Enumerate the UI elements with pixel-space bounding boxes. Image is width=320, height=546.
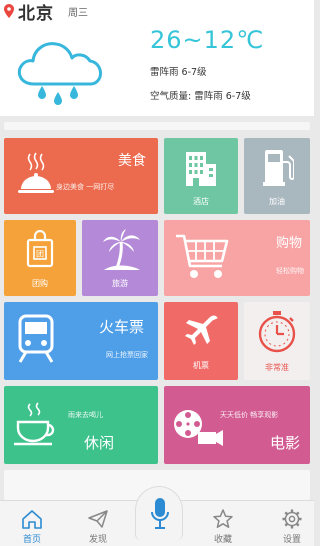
tile-food-title: 美食 [118,153,146,169]
air-quality: 空气质量: 雷阵雨 6-7级 [150,91,251,102]
tile-food[interactable]: 美食 身边美食 一网打尽 [4,138,158,214]
home-icon [22,510,42,529]
tile-on-time-label: 非常准 [265,363,289,372]
tile-leisure-title: 休闲 [84,434,115,452]
tile-flight-label: 机票 [193,361,209,370]
temperature-range: 26~12℃ [150,26,265,54]
tile-train-subtitle: 网上抢票回家 [106,351,148,359]
tab-favorites-label: 收藏 [213,535,232,545]
tile-travel[interactable]: 旅游 [82,220,158,296]
tile-travel-label: 旅游 [112,279,128,288]
tile-movie[interactable]: 天天低价 畅享观影 电影 [164,386,310,464]
tile-flight[interactable]: 机票 [164,302,238,380]
tab-discover-label: 发现 [88,535,107,545]
train-icon [18,314,54,363]
fuel-pump-icon [263,150,294,186]
voice-button[interactable] [135,486,183,540]
tile-leisure[interactable]: 雨来去喝儿 休闲 [4,386,158,464]
tab-home[interactable]: 首页 [2,501,62,546]
tile-hotel-label: 酒店 [193,197,209,206]
tile-group-buy-label: 团购 [32,279,48,288]
film-reel-icon [174,410,223,446]
city-name: 北京 [18,3,54,24]
tile-gas[interactable]: 加油 [244,138,310,214]
weekday: 周三 [68,7,88,19]
tile-shopping[interactable]: 购物 轻松购物 [164,220,310,296]
tile-on-time[interactable]: 非常准 [244,302,310,380]
weather-card[interactable]: 北京 周三 26~12℃ 雷阵雨 6-7级 空气质量: 雷阵雨 6-7级 [0,0,314,116]
tile-gas-label: 加油 [269,197,285,206]
gear-icon [282,509,302,529]
tab-home-label: 首页 [22,535,41,545]
shopping-cart-icon [176,234,229,278]
stopwatch-icon [258,311,296,353]
tab-settings[interactable]: 设置 [262,501,320,546]
tab-favorites[interactable]: 收藏 [193,501,253,546]
location-row[interactable]: 北京 周三 [4,0,88,24]
tile-train-title: 火车票 [98,318,144,336]
airplane-icon [185,315,218,345]
star-icon [213,509,233,528]
rain-cloud-icon [17,42,102,105]
shopping-bag-icon: 团 [26,230,54,268]
palm-tree-icon [103,229,140,270]
tile-movie-title: 电影 [269,434,300,452]
paper-plane-icon [88,510,108,528]
tile-shopping-title: 购物 [275,236,302,251]
tab-settings-label: 设置 [282,535,301,545]
divider-strip [4,122,310,130]
tile-shopping-subtitle: 轻松购物 [276,267,304,275]
map-pin-icon [4,4,14,18]
tab-discover[interactable]: 发现 [68,501,128,546]
tile-movie-subtitle: 天天低价 畅享观影 [220,411,279,419]
weather-condition: 雷阵雨 6-7级 [150,67,207,78]
svg-text:团: 团 [36,250,44,259]
building-icon [186,152,216,186]
tile-train[interactable]: 火车票 网上抢票回家 [4,302,158,380]
coffee-cup-icon [14,402,55,446]
tile-hotel[interactable]: 酒店 [164,138,238,214]
tile-group-buy[interactable]: 团 团购 [4,220,76,296]
tile-leisure-subtitle: 雨来去喝儿 [68,411,103,419]
tile-food-subtitle: 身边美食 一网打尽 [56,183,115,191]
microphone-icon [151,498,169,529]
dish-cover-icon [18,152,54,193]
